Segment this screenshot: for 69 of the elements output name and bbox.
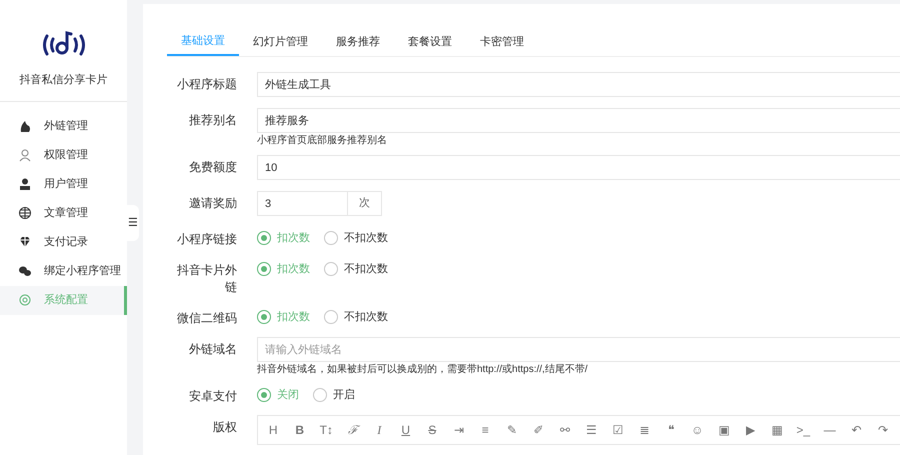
toolbar-button[interactable]: ▣ xyxy=(710,416,737,444)
sidebar-item[interactable]: 绑定小程序管理 xyxy=(0,256,127,286)
toolbar-button[interactable]: ≡ xyxy=(472,416,498,444)
radio-option[interactable]: 扣次数 xyxy=(257,309,310,326)
app-name: 抖音私信分享卡片 xyxy=(20,72,108,88)
toolbar-button[interactable]: — xyxy=(816,416,843,444)
toolbar-button[interactable]: ▶ xyxy=(737,416,764,444)
tab[interactable]: 套餐设置 xyxy=(394,28,466,56)
field-hint: 小程序首页底部服务推荐别名 xyxy=(257,134,388,148)
field-label: 小程序标题 xyxy=(176,76,238,93)
toolbar-button[interactable]: ≣ xyxy=(631,416,658,444)
sidebar-item[interactable]: 用户管理 xyxy=(0,170,127,198)
toolbar-button[interactable]: T↕ xyxy=(313,416,340,444)
tab[interactable]: 幻灯片管理 xyxy=(239,28,322,56)
input-field[interactable]: 推荐服务 xyxy=(257,108,900,133)
input-field[interactable]: 外链生成工具 xyxy=(257,72,900,97)
radio-option[interactable]: 扣次数 xyxy=(257,261,310,278)
diamond-icon xyxy=(18,235,32,249)
toolbar-button[interactable]: I xyxy=(366,416,392,444)
toolbar-button[interactable]: U xyxy=(392,416,419,444)
sidebar-item[interactable]: 文章管理 xyxy=(0,198,127,228)
toolbar-button[interactable]: H xyxy=(260,416,286,444)
tab[interactable]: 基础设置 xyxy=(167,28,239,56)
input-field[interactable]: 10 xyxy=(257,155,900,180)
toolbar-button[interactable]: ⚯ xyxy=(552,416,578,444)
tab[interactable]: 卡密管理 xyxy=(466,28,538,56)
toolbar-button[interactable]: ☑ xyxy=(604,416,631,444)
toolbar-button[interactable]: ☰ xyxy=(578,416,604,444)
radio-option[interactable]: 不扣次数 xyxy=(324,230,388,246)
toolbar-button[interactable]: B xyxy=(286,416,313,444)
toolbar-button[interactable]: >_ xyxy=(790,416,816,444)
person-outline-icon xyxy=(18,148,32,162)
toolbar-button[interactable]: ▦ xyxy=(764,416,790,444)
field-label: 微信二维码 xyxy=(176,310,238,327)
sidebar-item[interactable]: 外链管理 xyxy=(0,112,127,140)
radio-option[interactable]: 扣次数 xyxy=(257,230,310,246)
field-label: 小程序链接 xyxy=(176,231,238,248)
toolbar-button[interactable]: ↶ xyxy=(843,416,870,444)
field-label: 抖音卡片外链 xyxy=(176,262,238,296)
input-field[interactable]: 请输入外链域名 xyxy=(257,337,900,362)
toolbar-button[interactable]: ☺ xyxy=(684,416,710,444)
field-label: 版权 xyxy=(212,419,238,436)
radio-option[interactable]: 不扣次数 xyxy=(324,261,388,278)
tab[interactable]: 服务推荐 xyxy=(322,28,394,56)
person-icon xyxy=(18,177,32,191)
radio-option[interactable]: 开启 xyxy=(313,387,355,404)
toolbar-button[interactable]: S xyxy=(419,416,446,444)
toolbar-button[interactable]: ℱ xyxy=(340,416,366,444)
toolbar-button[interactable]: ✎ xyxy=(498,416,525,444)
toolbar-button[interactable]: ↷ xyxy=(870,416,896,444)
toolbar-button[interactable]: ✐ xyxy=(525,416,552,444)
field-label: 外链域名 xyxy=(188,341,238,358)
toolbar-button[interactable]: ⇥ xyxy=(446,416,472,444)
field-label: 安卓支付 xyxy=(188,388,238,405)
field-label: 免费额度 xyxy=(188,159,238,176)
flame-icon xyxy=(18,119,32,133)
chat-bubbles-icon xyxy=(18,264,32,278)
input-field[interactable]: 3 xyxy=(257,191,348,216)
sidebar-item[interactable]: 支付记录 xyxy=(0,228,127,256)
field-hint: 抖音外链域名，如果被封后可以换成别的，需要带http://或https://,结尾不带/ xyxy=(257,363,589,377)
radio-option[interactable]: 不扣次数 xyxy=(324,309,388,326)
collapse-toggle[interactable]: ☰ xyxy=(127,205,139,241)
toolbar-button[interactable]: ❝ xyxy=(658,416,684,444)
globe-icon xyxy=(18,206,32,220)
unit-addon: 次 xyxy=(348,191,382,216)
radio-option[interactable]: 关闭 xyxy=(257,387,299,404)
field-label: 推荐别名 xyxy=(188,112,238,129)
sidebar-item[interactable]: 权限管理 xyxy=(0,140,127,170)
field-label: 邀请奖励 xyxy=(188,195,238,212)
